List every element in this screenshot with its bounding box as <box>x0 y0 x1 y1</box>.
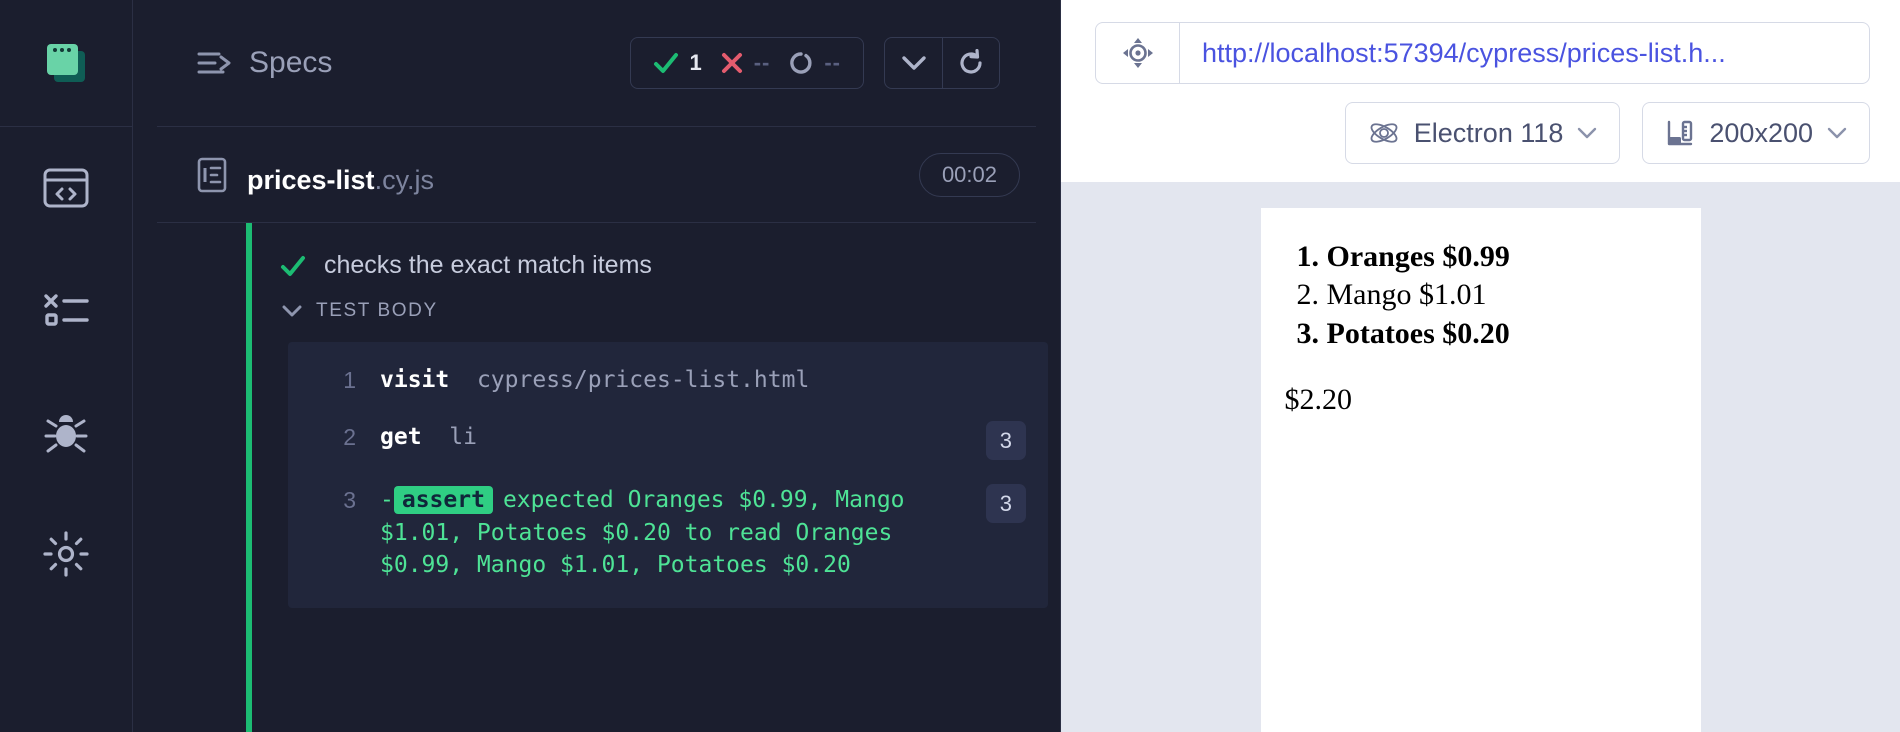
spec-extension: .cy.js <box>374 165 435 195</box>
prices-list: Oranges $0.99 Mango $1.01 Potatoes $0.20 <box>1327 238 1677 353</box>
test-body-label: TEST BODY <box>316 300 438 321</box>
total-price: $2.20 <box>1284 383 1353 417</box>
stat-failed: -- <box>720 50 771 76</box>
refresh-icon <box>960 49 982 74</box>
stat-passed-value: 1 <box>689 50 702 75</box>
sidebar-item-runs[interactable] <box>0 249 132 371</box>
command-result-count: 3 <box>985 420 1026 460</box>
command-row[interactable]: 3 - assert expected Oranges $0.99, Mango $… <box>288 472 1048 594</box>
sidebar-item-settings[interactable] <box>0 493 132 615</box>
electron-atom-icon <box>1370 123 1398 143</box>
command-content: get li <box>380 421 972 454</box>
list-item: Oranges $0.99 <box>1327 238 1677 276</box>
spec-file-row[interactable]: prices-list.cy.js 00:02 <box>157 127 1036 223</box>
sidebar-item-specs[interactable] <box>0 127 132 249</box>
stat-passed: 1 <box>653 50 702 76</box>
command-content: visit cypress/prices-list.html <box>380 364 1026 397</box>
chevron-down-icon <box>901 56 926 70</box>
reporter-header-controls: 1 -- -- <box>630 37 1000 89</box>
browser-code-icon <box>43 168 89 208</box>
stat-failed-value: -- <box>753 50 771 75</box>
file-document-icon <box>197 157 227 193</box>
test-body-toggle[interactable]: TEST BODY <box>270 290 1060 334</box>
reporter-header: Specs 1 -- -- <box>157 0 1036 127</box>
browser-selector-label: Electron 118 <box>1413 117 1564 148</box>
app-viewport-area: Oranges $0.99 Mango $1.01 Potatoes $0.20… <box>1061 182 1900 732</box>
assert-tag: assert <box>393 485 493 514</box>
test-title-row[interactable]: checks the exact match items <box>270 223 1060 290</box>
command-row[interactable]: 2 get li 3 <box>288 409 1048 472</box>
restart-tests-button[interactable] <box>942 38 999 88</box>
chevron-down-icon <box>282 305 302 316</box>
sidebar-nav-rail <box>0 0 133 732</box>
gear-icon <box>43 531 89 577</box>
stat-pending: -- <box>788 50 841 76</box>
list-item: Potatoes $0.20 <box>1327 315 1677 353</box>
collapse-reporter-button[interactable] <box>885 38 942 88</box>
reporter-panel: Specs 1 -- -- prices-list.cy.js 00:02 ch… <box>133 0 1061 732</box>
command-number: 2 <box>343 423 356 450</box>
chevron-down-icon <box>1578 127 1597 138</box>
check-icon <box>654 53 679 73</box>
preview-selectors: Electron 118 200x200 <box>1061 84 1900 182</box>
specs-arrow-icon <box>197 52 231 74</box>
viewport-selector-label: 200x200 <box>1709 117 1813 148</box>
assert-prefix: - <box>380 486 394 513</box>
aut-iframe[interactable]: Oranges $0.99 Mango $1.01 Potatoes $0.20… <box>1260 208 1701 732</box>
browser-selector[interactable]: Electron 118 <box>1344 102 1621 164</box>
x-icon <box>721 53 742 73</box>
url-bar[interactable]: http://localhost:57394/cypress/prices-li… <box>1095 22 1870 84</box>
command-number: 3 <box>343 486 356 513</box>
chevron-down-icon <box>1827 127 1847 138</box>
circle-dash-icon <box>790 52 812 74</box>
cypress-test-runner: Specs 1 -- -- prices-list.cy.js 00:02 ch… <box>0 0 1900 732</box>
command-content: - assert expected Oranges $0.99, Mango $1.… <box>380 484 972 582</box>
selector-playground-button[interactable] <box>1096 23 1180 83</box>
test-title-label: checks the exact match items <box>324 251 652 279</box>
list-item: Mango $1.01 <box>1327 276 1677 314</box>
command-list: 1 visit cypress/prices-list.html 2 get l… <box>288 342 1048 608</box>
file-document-icon-wrap <box>197 157 227 198</box>
stat-pending-value: -- <box>824 50 841 75</box>
spec-duration-badge: 00:02 <box>918 152 1020 197</box>
specs-title[interactable]: Specs <box>197 46 332 80</box>
spec-base-name: prices-list <box>247 165 375 195</box>
selector-playground-icon <box>1122 38 1153 68</box>
test-results-icon <box>44 294 89 326</box>
command-number: 1 <box>343 367 356 393</box>
url-bar-row: http://localhost:57394/cypress/prices-li… <box>1061 0 1900 84</box>
bug-icon <box>44 415 88 453</box>
spec-file-name: prices-list.cy.js <box>197 153 434 196</box>
command-result-count: 3 <box>985 483 1026 524</box>
test-block: checks the exact match items TEST BODY 1… <box>246 223 1060 732</box>
cypress-logo[interactable] <box>0 0 132 127</box>
reporter-action-buttons <box>884 37 1000 89</box>
test-stats: 1 -- -- <box>630 37 864 89</box>
check-icon <box>281 255 305 276</box>
app-preview-panel: http://localhost:57394/cypress/prices-li… <box>1061 0 1900 732</box>
command-row[interactable]: 1 visit cypress/prices-list.html <box>288 352 1048 409</box>
command-method: get <box>380 423 422 450</box>
ruler-icon <box>1668 120 1693 146</box>
url-text[interactable]: http://localhost:57394/cypress/prices-li… <box>1180 38 1726 69</box>
sidebar-item-debug[interactable] <box>0 371 132 493</box>
command-method: visit <box>380 367 450 393</box>
cypress-logo-icon <box>47 44 85 82</box>
viewport-selector[interactable]: 200x200 <box>1642 102 1870 164</box>
command-argument: li <box>449 423 477 450</box>
specs-title-label: Specs <box>249 46 333 79</box>
command-argument: cypress/prices-list.html <box>476 367 810 393</box>
